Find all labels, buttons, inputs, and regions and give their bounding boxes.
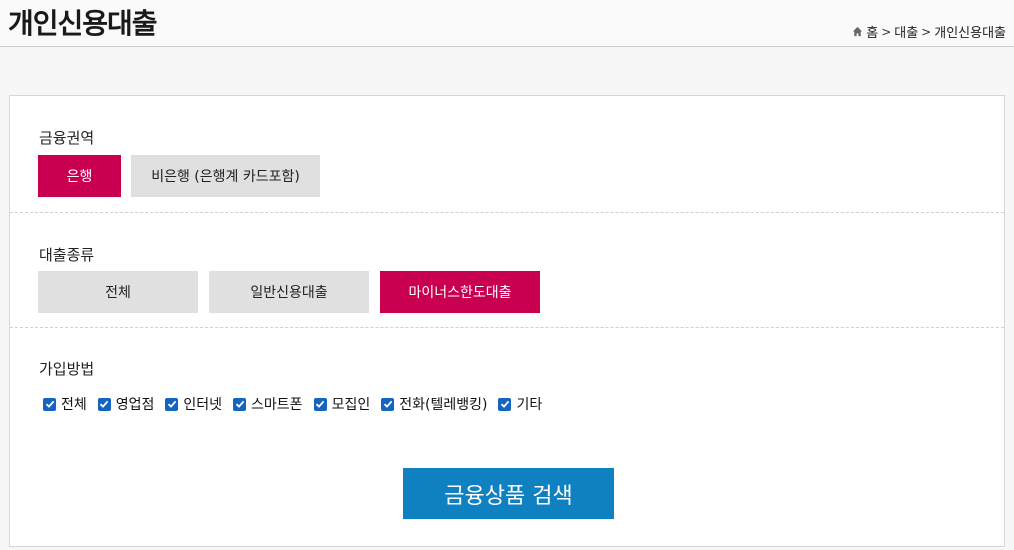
checkbox-checked-icon[interactable] — [233, 397, 247, 411]
checkbox-checked-icon[interactable] — [165, 397, 179, 411]
join-method-all[interactable]: 전체 — [43, 394, 87, 414]
join-method-internet[interactable]: 인터넷 — [165, 394, 222, 414]
breadcrumb-separator: > — [921, 24, 932, 39]
join-method-all-label: 전체 — [61, 397, 87, 413]
join-method-other-label: 기타 — [516, 397, 543, 413]
loan-type-label: 대출종류 — [39, 246, 95, 264]
join-method-branch[interactable]: 영업점 — [97, 394, 155, 414]
join-method-branch-label: 영업점 — [115, 397, 155, 413]
breadcrumb: 홈 > 대출 > 개인신용대출 — [852, 22, 1006, 41]
join-method-smartphone[interactable]: 스마트폰 — [233, 394, 303, 414]
join-method-agent-label: 모집인 — [331, 397, 371, 413]
section-divider — [10, 212, 1004, 213]
join-method-phone[interactable]: 전화(텔레뱅킹) — [381, 394, 487, 414]
product-search-button[interactable]: 금융상품 검색 — [403, 468, 614, 519]
loan-type-option-all[interactable]: 전체 — [38, 271, 198, 313]
join-method-agent[interactable]: 모집인 — [313, 394, 371, 414]
breadcrumb-separator: > — [881, 24, 892, 39]
join-method-other[interactable]: 기타 — [498, 394, 542, 414]
checkbox-checked-icon[interactable] — [313, 397, 327, 411]
join-method-internet-label: 인터넷 — [183, 397, 223, 413]
breadcrumb-home[interactable]: 홈 — [866, 22, 878, 41]
checkbox-checked-icon[interactable] — [97, 397, 111, 411]
join-method-checkboxes: 전체 영업점 인터넷 스마트폰 모집인 전화(텔레뱅킹) 기타 — [43, 394, 553, 414]
home-icon[interactable] — [852, 26, 863, 37]
area-option-nonbank[interactable]: 비은행 (은행계 카드포함) — [131, 155, 320, 197]
join-method-phone-label: 전화(텔레뱅킹) — [399, 397, 488, 413]
join-method-smartphone-label: 스마트폰 — [251, 397, 303, 413]
section-divider — [10, 327, 1004, 328]
breadcrumb-current: 개인신용대출 — [934, 26, 1006, 41]
breadcrumb-loan[interactable]: 대출 — [894, 22, 918, 41]
loan-type-option-overdraft[interactable]: 마이너스한도대출 — [380, 271, 540, 313]
page-title: 개인신용대출 — [8, 7, 158, 40]
checkbox-checked-icon[interactable] — [381, 397, 395, 411]
checkbox-checked-icon[interactable] — [498, 397, 512, 411]
area-option-bank[interactable]: 은행 — [38, 155, 121, 197]
page-header: 개인신용대출 홈 > 대출 > 개인신용대출 — [0, 0, 1014, 47]
checkbox-checked-icon[interactable] — [43, 397, 56, 411]
join-method-label: 가입방법 — [39, 360, 95, 378]
search-filter-panel: 금융권역 은행 비은행 (은행계 카드포함) 대출종류 전체 일반신용대출 마이… — [9, 95, 1005, 547]
area-label: 금융권역 — [39, 129, 95, 147]
loan-type-option-general[interactable]: 일반신용대출 — [209, 271, 369, 313]
